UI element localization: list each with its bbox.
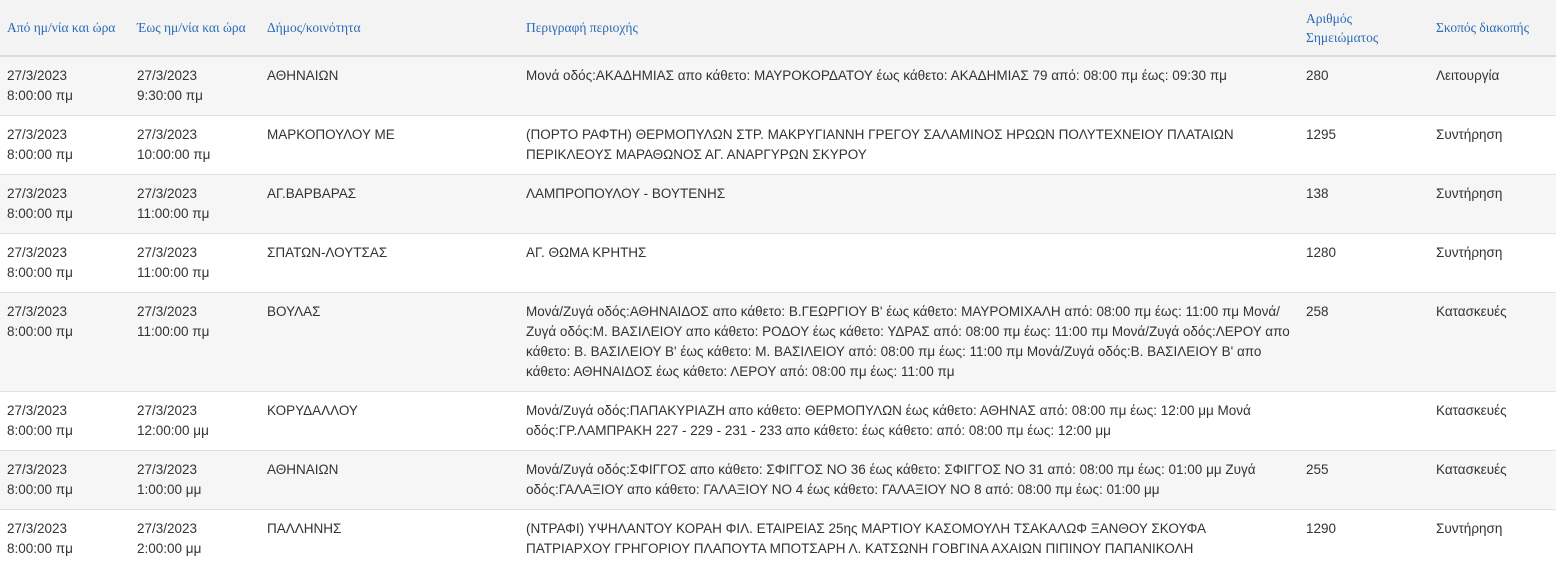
table-header-row: Από ημ/νία και ώρα Έως ημ/νία και ώρα Δή…: [0, 0, 1556, 56]
cell-purpose: Συντήρηση: [1429, 234, 1556, 293]
table-row: 27/3/20238:00:00 πμ27/3/20239:30:00 πμΑΘ…: [0, 56, 1556, 116]
cell-to: 27/3/202311:00:00 πμ: [130, 293, 260, 392]
cell-purpose: Συντήρηση: [1429, 116, 1556, 175]
from-time: 8:00:00 πμ: [7, 539, 124, 559]
from-time: 8:00:00 πμ: [7, 204, 124, 224]
power-outages-table: Από ημ/νία και ώρα Έως ημ/νία και ώρα Δή…: [0, 0, 1556, 568]
cell-to: 27/3/20239:30:00 πμ: [130, 56, 260, 116]
cell-purpose: Συντήρηση: [1429, 175, 1556, 234]
table-row: 27/3/20238:00:00 πμ27/3/202311:00:00 πμΒ…: [0, 293, 1556, 392]
from-time: 8:00:00 πμ: [7, 480, 124, 500]
from-time: 8:00:00 πμ: [7, 263, 124, 283]
cell-from: 27/3/20238:00:00 πμ: [0, 234, 130, 293]
cell-description: (ΠΟΡΤΟ ΡΑΦΤΗ) ΘΕΡΜΟΠΥΛΩΝ ΣΤΡ. ΜΑΚΡΥΓΙΑΝΝ…: [519, 116, 1299, 175]
from-date: 27/3/2023: [7, 460, 124, 480]
cell-from: 27/3/20238:00:00 πμ: [0, 451, 130, 510]
to-time: 9:30:00 πμ: [137, 86, 254, 106]
cell-description: Μονά/Ζυγά οδός:ΑΘΗΝΑΙΔΟΣ απο κάθετο: Β.Γ…: [519, 293, 1299, 392]
cell-ref-number: 1295: [1299, 116, 1429, 175]
from-time: 8:00:00 πμ: [7, 145, 124, 165]
cell-ref-number: 1280: [1299, 234, 1429, 293]
cell-purpose: Κατασκευές: [1429, 451, 1556, 510]
to-date: 27/3/2023: [137, 184, 254, 204]
to-date: 27/3/2023: [137, 243, 254, 263]
cell-ref-number: [1299, 392, 1429, 451]
header-from[interactable]: Από ημ/νία και ώρα: [0, 0, 130, 56]
cell-municipality: ΑΘΗΝΑΙΩΝ: [260, 56, 519, 116]
from-date: 27/3/2023: [7, 184, 124, 204]
header-ref-line2: Σημειώματος: [1306, 28, 1429, 47]
cell-municipality: ΣΠΑΤΩΝ-ΛΟΥΤΣΑΣ: [260, 234, 519, 293]
to-date: 27/3/2023: [137, 401, 254, 421]
to-time: 2:00:00 μμ: [137, 539, 254, 559]
cell-purpose: Λειτουργία: [1429, 56, 1556, 116]
cell-description: ΑΓ. ΘΩΜΑ ΚΡΗΤΗΣ: [519, 234, 1299, 293]
cell-purpose: Συντήρηση: [1429, 510, 1556, 568]
cell-from: 27/3/20238:00:00 πμ: [0, 116, 130, 175]
from-date: 27/3/2023: [7, 302, 124, 322]
header-municipality[interactable]: Δήμος/κοινότητα: [260, 0, 519, 56]
to-time: 11:00:00 πμ: [137, 263, 254, 283]
cell-ref-number: 255: [1299, 451, 1429, 510]
from-time: 8:00:00 πμ: [7, 322, 124, 342]
header-description[interactable]: Περιγραφή περιοχής: [519, 0, 1299, 56]
from-time: 8:00:00 πμ: [7, 86, 124, 106]
to-date: 27/3/2023: [137, 125, 254, 145]
cell-to: 27/3/202311:00:00 πμ: [130, 234, 260, 293]
cell-description: Μονά/Ζυγά οδός:ΣΦΙΓΓΟΣ απο κάθετο: ΣΦΙΓΓ…: [519, 451, 1299, 510]
to-time: 10:00:00 πμ: [137, 145, 254, 165]
header-purpose[interactable]: Σκοπός διακοπής: [1429, 0, 1556, 56]
table-row: 27/3/20238:00:00 πμ27/3/202311:00:00 πμΣ…: [0, 234, 1556, 293]
cell-municipality: ΠΑΛΛΗΝΗΣ: [260, 510, 519, 568]
from-time: 8:00:00 πμ: [7, 421, 124, 441]
header-ref-number[interactable]: Αριθμός Σημειώματος: [1299, 0, 1429, 56]
cell-purpose: Κατασκευές: [1429, 392, 1556, 451]
cell-ref-number: 258: [1299, 293, 1429, 392]
to-time: 12:00:00 μμ: [137, 421, 254, 441]
to-date: 27/3/2023: [137, 66, 254, 86]
cell-municipality: ΚΟΡΥΔΑΛΛΟΥ: [260, 392, 519, 451]
to-time: 11:00:00 πμ: [137, 204, 254, 224]
cell-from: 27/3/20238:00:00 πμ: [0, 293, 130, 392]
cell-to: 27/3/202310:00:00 πμ: [130, 116, 260, 175]
cell-description: Μονά/Ζυγά οδός:ΠΑΠΑΚΥΡΙΑΖΗ απο κάθετο: Θ…: [519, 392, 1299, 451]
cell-description: ΛΑΜΠΡΟΠΟΥΛΟΥ - ΒΟΥΤΕΝΗΣ: [519, 175, 1299, 234]
cell-municipality: ΜΑΡΚΟΠΟΥΛΟΥ ΜΕ: [260, 116, 519, 175]
to-time: 1:00:00 μμ: [137, 480, 254, 500]
cell-from: 27/3/20238:00:00 πμ: [0, 510, 130, 568]
from-date: 27/3/2023: [7, 519, 124, 539]
cell-to: 27/3/202311:00:00 πμ: [130, 175, 260, 234]
cell-description: Μονά οδός:ΑΚΑΔΗΜΙΑΣ απο κάθετο: ΜΑΥΡΟΚΟΡ…: [519, 56, 1299, 116]
cell-ref-number: 1290: [1299, 510, 1429, 568]
cell-from: 27/3/20238:00:00 πμ: [0, 175, 130, 234]
cell-description: (ΝΤΡΑΦΙ) ΥΨΗΛΑΝΤΟΥ ΚΟΡΑΗ ΦΙΛ. ΕΤΑΙΡΕΙΑΣ …: [519, 510, 1299, 568]
from-date: 27/3/2023: [7, 401, 124, 421]
to-date: 27/3/2023: [137, 519, 254, 539]
from-date: 27/3/2023: [7, 66, 124, 86]
from-date: 27/3/2023: [7, 125, 124, 145]
to-date: 27/3/2023: [137, 460, 254, 480]
from-date: 27/3/2023: [7, 243, 124, 263]
cell-municipality: ΒΟΥΛΑΣ: [260, 293, 519, 392]
cell-to: 27/3/20231:00:00 μμ: [130, 451, 260, 510]
cell-ref-number: 280: [1299, 56, 1429, 116]
cell-to: 27/3/20232:00:00 μμ: [130, 510, 260, 568]
cell-purpose: Κατασκευές: [1429, 293, 1556, 392]
to-time: 11:00:00 πμ: [137, 322, 254, 342]
header-to[interactable]: Έως ημ/νία και ώρα: [130, 0, 260, 56]
cell-municipality: ΑΘΗΝΑΙΩΝ: [260, 451, 519, 510]
table-row: 27/3/20238:00:00 πμ27/3/20232:00:00 μμΠΑ…: [0, 510, 1556, 568]
table-row: 27/3/20238:00:00 πμ27/3/20231:00:00 μμΑΘ…: [0, 451, 1556, 510]
table-row: 27/3/20238:00:00 πμ27/3/202311:00:00 πμΑ…: [0, 175, 1556, 234]
cell-from: 27/3/20238:00:00 πμ: [0, 56, 130, 116]
cell-municipality: ΑΓ.ΒΑΡΒΑΡΑΣ: [260, 175, 519, 234]
table-row: 27/3/20238:00:00 πμ27/3/202312:00:00 μμΚ…: [0, 392, 1556, 451]
cell-ref-number: 138: [1299, 175, 1429, 234]
cell-from: 27/3/20238:00:00 πμ: [0, 392, 130, 451]
header-ref-line1: Αριθμός: [1306, 9, 1429, 28]
table-row: 27/3/20238:00:00 πμ27/3/202310:00:00 πμΜ…: [0, 116, 1556, 175]
cell-to: 27/3/202312:00:00 μμ: [130, 392, 260, 451]
to-date: 27/3/2023: [137, 302, 254, 322]
